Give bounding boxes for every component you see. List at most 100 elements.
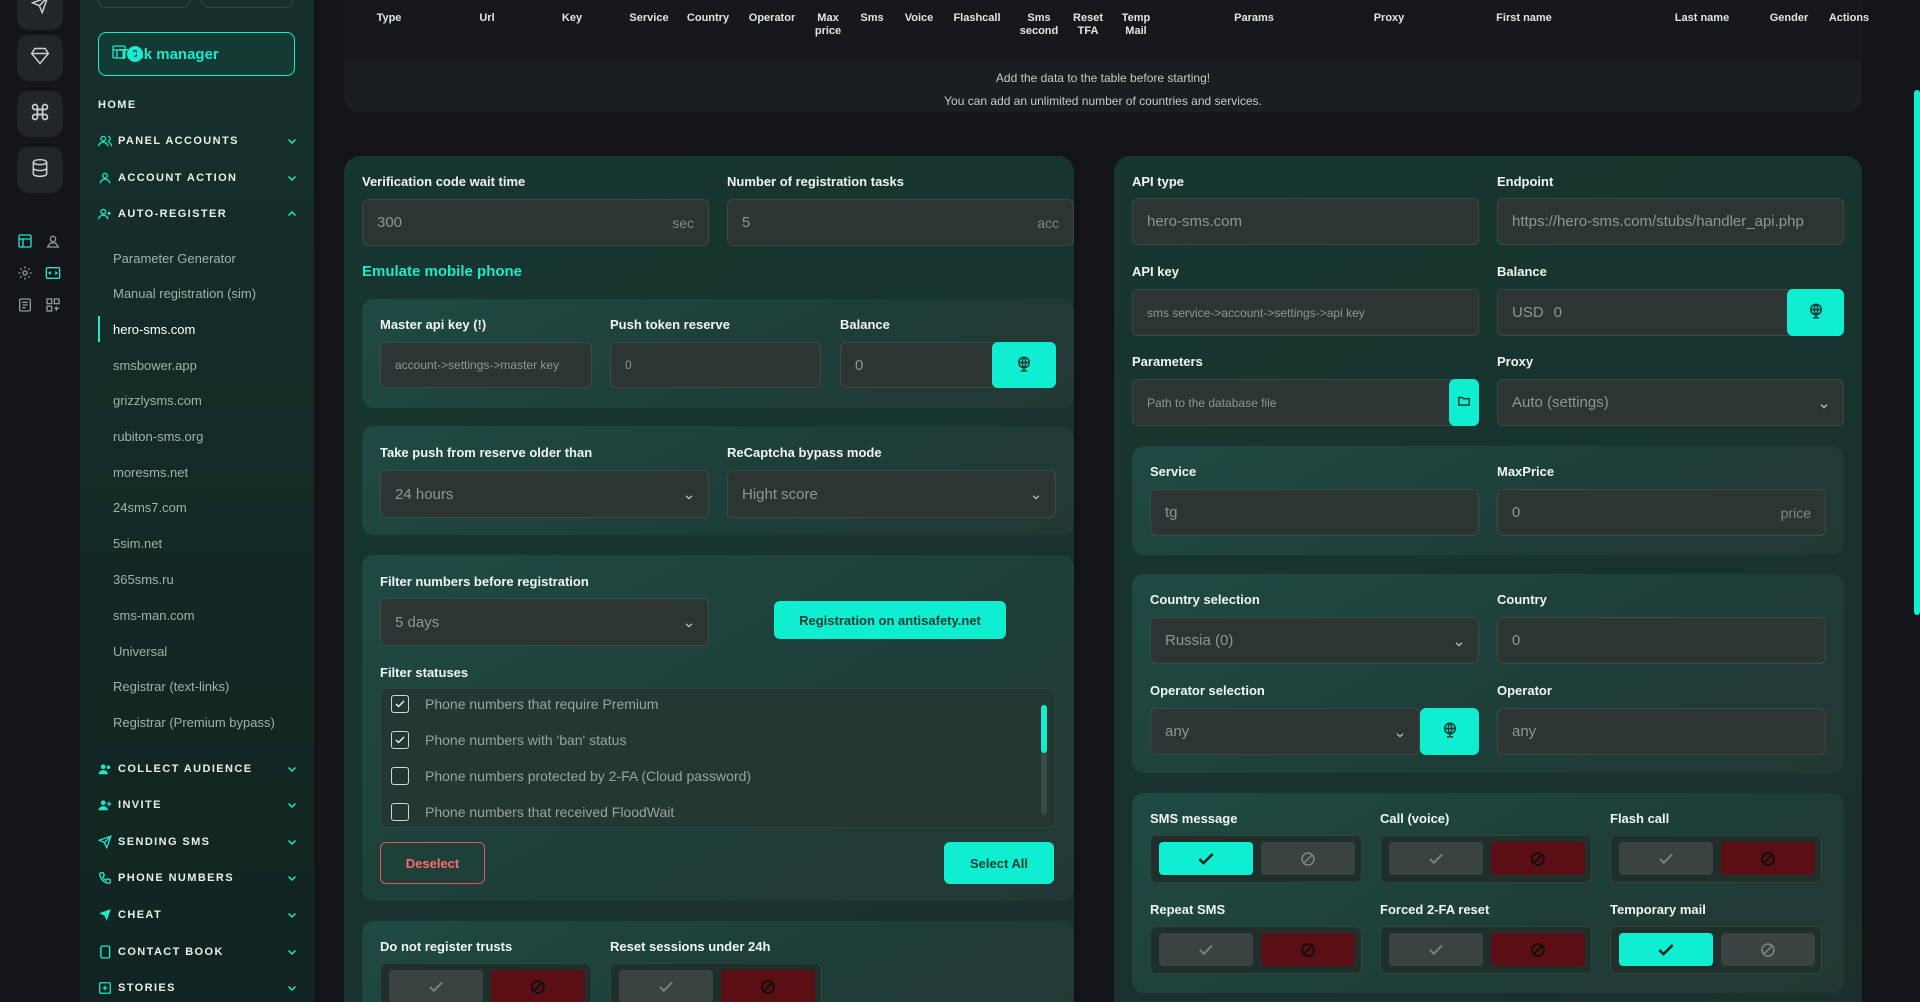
forced-yes-option[interactable] (1389, 933, 1483, 966)
operator-selection-select[interactable]: any (1150, 708, 1420, 755)
operator-refresh-button[interactable] (1420, 708, 1479, 755)
temp-mail-no-option[interactable] (1721, 933, 1815, 966)
subnav-moresms[interactable]: moresms.net (113, 465, 188, 480)
subnav-registrar-text-links[interactable]: Registrar (text-links) (113, 679, 229, 694)
status-scrollbar[interactable] (1041, 705, 1047, 815)
subnav-universal[interactable]: Universal (113, 644, 167, 659)
status-list[interactable]: Phone numbers that require Premium Phone… (380, 688, 1056, 828)
flash-yes-option[interactable] (1619, 842, 1713, 875)
rail-map-icon[interactable] (43, 231, 63, 251)
rail-code-icon[interactable] (43, 263, 63, 283)
task-manager-button[interactable]: Task manager 0 (98, 32, 295, 76)
temp-mail-toggle[interactable] (1610, 926, 1822, 974)
temp-mail-yes-option[interactable] (1619, 933, 1713, 966)
subnav-5sim[interactable]: 5sim.net (113, 536, 162, 551)
nav-panel-accounts[interactable]: PANEL ACCOUNTS (98, 134, 298, 148)
page-scrollbar[interactable] (1914, 90, 1920, 615)
sidebar-top-button-1[interactable] (98, 0, 190, 8)
operator-input[interactable]: any (1497, 708, 1826, 755)
status-item-floodwait[interactable]: Phone numbers that received FloodWait (391, 803, 674, 821)
rail-grid-icon[interactable] (43, 295, 63, 315)
flash-no-option[interactable] (1721, 842, 1815, 875)
service-input[interactable]: tg (1150, 489, 1479, 536)
voice-no-option[interactable] (1491, 842, 1585, 875)
nav-stories[interactable]: STORIES (98, 981, 298, 995)
call-voice-toggle[interactable] (1380, 835, 1592, 883)
recaptcha-select[interactable]: Hight score (727, 470, 1056, 518)
subnav-365sms[interactable]: 365sms.ru (113, 572, 174, 587)
api-type-input[interactable]: hero-sms.com (1132, 198, 1479, 245)
nav-collect-audience[interactable]: COLLECT AUDIENCE (98, 762, 298, 776)
subnav-grizzlysms[interactable]: grizzlysms.com (113, 393, 202, 408)
rail-doc-icon[interactable] (15, 295, 35, 315)
subnav-registrar-premium[interactable]: Registrar (Premium bypass) (113, 715, 275, 730)
filter-days-select[interactable]: 5 days (380, 598, 709, 646)
checkbox-unchecked[interactable] (391, 803, 409, 821)
api-balance-refresh-button[interactable] (1787, 289, 1844, 336)
antisafety-button[interactable]: Registration on antisafety.net (774, 601, 1006, 639)
checkbox-checked[interactable] (391, 731, 409, 749)
params-browse-button[interactable] (1449, 379, 1479, 426)
repeat-yes-option[interactable] (1159, 933, 1253, 966)
nav-contact-book[interactable]: CONTACT BOOK (98, 945, 298, 959)
forced-2fa-toggle[interactable] (1380, 926, 1592, 974)
reset-sessions-toggle[interactable] (610, 963, 822, 1002)
repeat-no-option[interactable] (1261, 933, 1355, 966)
trusts-yes-option[interactable] (389, 970, 483, 1002)
subnav-parameter-generator[interactable]: Parameter Generator (113, 251, 236, 266)
nav-sending-sms[interactable]: SENDING SMS (98, 835, 298, 849)
repeat-sms-toggle[interactable] (1150, 926, 1362, 974)
status-item-2fa[interactable]: Phone numbers protected by 2-FA (Cloud p… (391, 767, 751, 785)
rail-sheet-icon[interactable] (15, 231, 35, 251)
deselect-button[interactable]: Deselect (380, 842, 485, 884)
voice-yes-option[interactable] (1389, 842, 1483, 875)
push-older-select[interactable]: 24 hours (380, 470, 709, 518)
reg-tasks-input[interactable]: 5 acc (727, 199, 1074, 246)
trusts-toggle[interactable] (380, 963, 592, 1002)
api-key-input[interactable]: sms service->account->settings->api key (1132, 289, 1479, 336)
nav-home[interactable]: HOME (98, 99, 298, 111)
sms-yes-option[interactable] (1159, 842, 1253, 875)
subnav-rubiton-sms[interactable]: rubiton-sms.org (113, 429, 203, 444)
nav-cheat[interactable]: CHEAT (98, 908, 298, 922)
status-item-ban[interactable]: Phone numbers with 'ban' status (391, 731, 626, 749)
push-reserve-input[interactable]: 0 (610, 342, 821, 388)
reset-yes-option[interactable] (619, 970, 713, 1002)
flash-call-toggle[interactable] (1610, 835, 1822, 883)
nav-auto-register[interactable]: AUTO-REGISTER (98, 207, 298, 221)
rail-database-button[interactable] (17, 147, 63, 193)
endpoint-input[interactable]: https://hero-sms.com/stubs/handler_api.p… (1497, 198, 1844, 245)
forced-no-option[interactable] (1491, 933, 1585, 966)
maxprice-input[interactable]: 0 price (1497, 489, 1826, 536)
master-key-input[interactable]: account->settings->master key (380, 342, 592, 388)
sms-message-toggle[interactable] (1150, 835, 1362, 883)
checkbox-checked[interactable] (391, 695, 409, 713)
emulate-mobile-link[interactable]: Emulate mobile phone (362, 263, 522, 280)
rail-diamond-button[interactable] (17, 35, 63, 81)
nav-phone-numbers[interactable]: PHONE NUMBERS (98, 871, 298, 885)
reset-no-option[interactable] (721, 970, 815, 1002)
emu-balance-refresh-button[interactable] (992, 342, 1056, 388)
trusts-no-option[interactable] (491, 970, 585, 1002)
subnav-smsbower[interactable]: smsbower.app (113, 358, 197, 373)
rail-gear-icon[interactable] (15, 263, 35, 283)
nav-account-action[interactable]: ACCOUNT ACTION (98, 171, 298, 185)
subnav-manual-registration[interactable]: Manual registration (sim) (113, 286, 256, 301)
sidebar-top-button-2[interactable] (201, 0, 293, 8)
nav-invite[interactable]: INVITE (98, 798, 298, 812)
sms-no-option[interactable] (1261, 842, 1355, 875)
proxy-select[interactable]: Auto (settings) (1497, 379, 1844, 426)
rail-send-button[interactable] (17, 0, 63, 30)
checkbox-unchecked[interactable] (391, 767, 409, 785)
select-all-button[interactable]: Select All (944, 842, 1054, 884)
country-input[interactable]: 0 (1497, 617, 1826, 664)
subnav-hero-sms[interactable]: hero-sms.com (113, 322, 195, 337)
rail-command-button[interactable] (17, 91, 63, 137)
country-selection-select[interactable]: Russia (0) (1150, 617, 1479, 664)
params-input[interactable]: Path to the database file (1132, 379, 1479, 426)
subnav-24sms7[interactable]: 24sms7.com (113, 500, 187, 515)
status-item-premium[interactable]: Phone numbers that require Premium (391, 695, 658, 713)
status-scrollbar-thumb[interactable] (1041, 705, 1047, 753)
verif-wait-input[interactable]: 300 sec (362, 199, 709, 246)
subnav-sms-man[interactable]: sms-man.com (113, 608, 195, 623)
